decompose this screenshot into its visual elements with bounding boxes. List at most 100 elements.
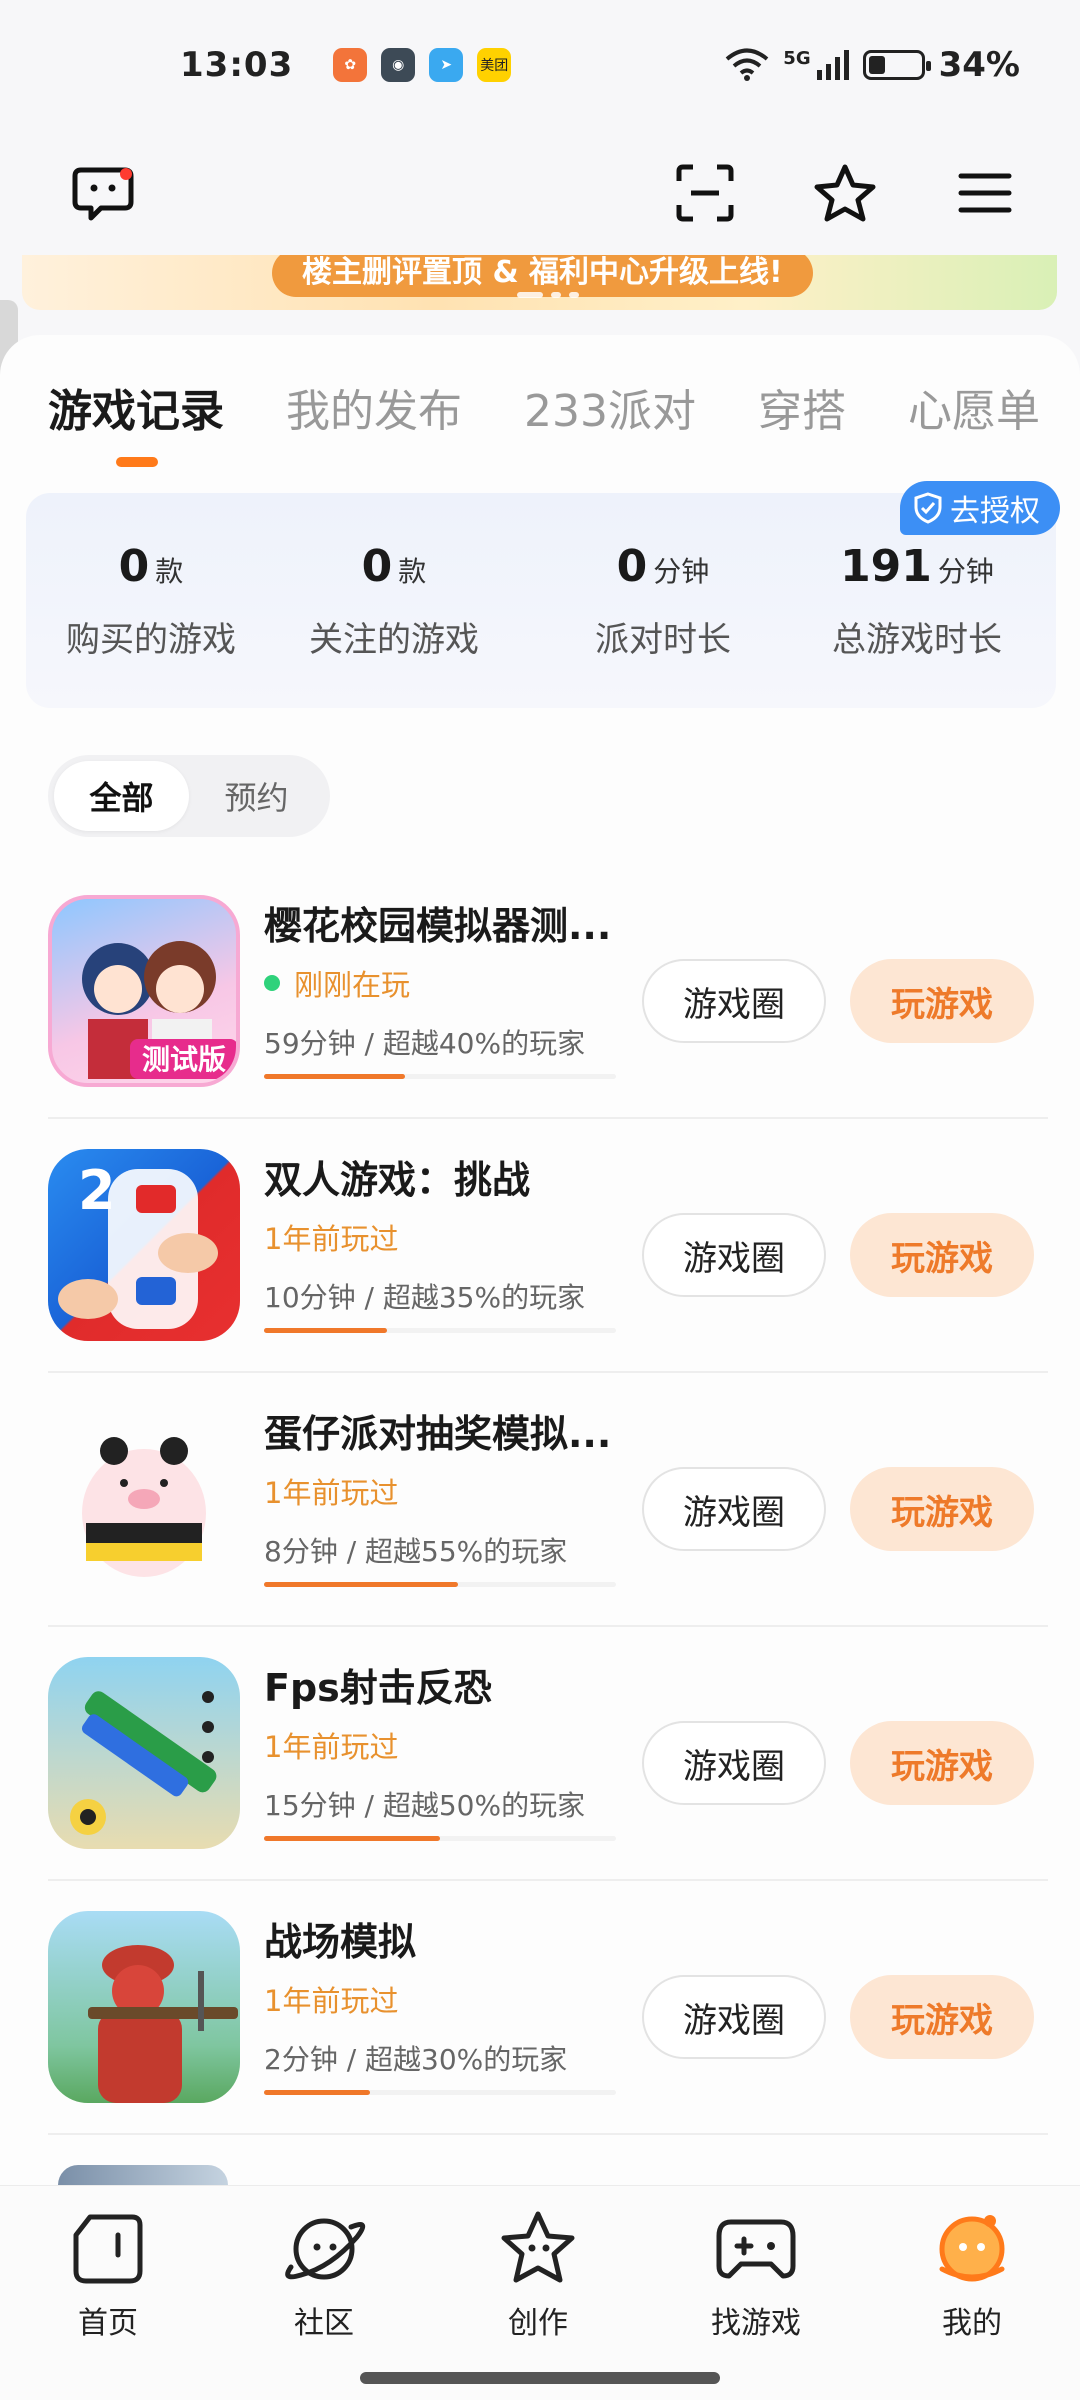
- icon-text: 2: [78, 1159, 116, 1222]
- nav-label: 创作: [508, 2306, 568, 2341]
- game-stats: 15分钟 / 超越50%的玩家: [264, 1789, 586, 1822]
- scan-button[interactable]: [670, 158, 740, 228]
- bottom-nav: 首页 社区 创作 找游戏 我的: [0, 2185, 1080, 2400]
- game-info: Fps射击反恐 1年前玩过 15分钟 / 超越50%的玩家: [264, 1657, 674, 1841]
- promo-banner[interactable]: 楼主删评置顶 & 福利中心升级上线!: [22, 255, 1057, 310]
- progress-fill: [264, 1074, 405, 1079]
- tab-233-party[interactable]: 233派对: [524, 375, 696, 439]
- star-icon: [814, 164, 876, 221]
- play-game-button[interactable]: 玩游戏: [850, 1467, 1034, 1551]
- game-row[interactable]: 2 双人游戏：挑战 1年前玩过 10分钟 / 超越35%的玩家 游戏圈 玩游戏: [48, 1119, 1048, 1373]
- nav-find-games[interactable]: 找游戏: [676, 2204, 836, 2342]
- stat-value: 0: [118, 541, 150, 592]
- unread-dot: [120, 167, 132, 180]
- stat-purchased[interactable]: 0款 购买的游戏: [26, 541, 276, 661]
- progress-fill: [264, 2090, 370, 2095]
- game-circle-button[interactable]: 游戏圈: [642, 1721, 826, 1805]
- menu-icon: [958, 173, 1012, 212]
- profile-content: 游戏记录 我的发布 233派对 穿搭 心愿单 去授权 0款 购买的游戏 0款 关…: [0, 335, 1080, 2185]
- game-circle-button[interactable]: 游戏圈: [642, 1975, 826, 2059]
- planet-icon: [285, 2218, 366, 2280]
- game-title: 樱花校园模拟器测...: [264, 904, 612, 948]
- banner-pager: [517, 292, 579, 298]
- game-info: 战场模拟 1年前玩过 2分钟 / 超越30%的玩家: [264, 1911, 674, 2095]
- status-right: 5G 34%: [725, 45, 1020, 85]
- nav-label: 找游戏: [711, 2306, 801, 2341]
- stat-total-time[interactable]: 191 分钟 总游戏时长: [792, 541, 1042, 661]
- nav-create[interactable]: 创作: [458, 2204, 618, 2342]
- game-title: 蛋仔派对抽奖模拟...: [264, 1412, 612, 1456]
- stat-followed[interactable]: 0款 关注的游戏: [269, 541, 519, 661]
- shield-check-icon: [914, 492, 942, 524]
- tab-outfits[interactable]: 穿搭: [758, 375, 846, 439]
- active-tab-indicator: [116, 457, 158, 467]
- status-text: 刚刚在玩: [294, 968, 411, 1002]
- menu-button[interactable]: [950, 158, 1020, 228]
- wifi-icon: [726, 48, 769, 81]
- game-row[interactable]: 战场模拟 1年前玩过 2分钟 / 超越30%的玩家 游戏圈 玩游戏: [48, 1881, 1048, 2135]
- battery-icon: [862, 50, 931, 80]
- profile-tabs: 游戏记录 我的发布 233派对 穿搭 心愿单: [48, 375, 1040, 439]
- play-game-button[interactable]: 玩游戏: [850, 959, 1034, 1043]
- play-game-button[interactable]: 玩游戏: [850, 1721, 1034, 1805]
- stat-label: 关注的游戏: [309, 620, 479, 660]
- icon-text: 测试版: [142, 1043, 226, 1076]
- game-status: 1年前玩过: [264, 1730, 399, 1764]
- status-time: 13:03: [180, 45, 294, 85]
- game-icon[interactable]: 2: [48, 1149, 240, 1341]
- message-button[interactable]: [68, 158, 138, 228]
- stat-label: 派对时长: [595, 620, 731, 660]
- game-art: 测试版: [82, 941, 236, 1079]
- status-bar: 13:03 ✿ ◉ ➤ 美团 5G 34%: [0, 0, 1080, 130]
- nav-community[interactable]: 社区: [244, 2204, 404, 2342]
- stat-party-time[interactable]: 0 分钟 派对时长: [538, 541, 788, 661]
- stat-unit: 款: [155, 555, 184, 588]
- game-row[interactable]: 测试版 樱花校园模拟器测... 刚刚在玩 59分钟 / 超越40%的玩家 游戏圈…: [48, 865, 1048, 1119]
- play-game-button[interactable]: 玩游戏: [850, 1213, 1034, 1297]
- game-info: 双人游戏：挑战 1年前玩过 10分钟 / 超越35%的玩家: [264, 1149, 674, 1333]
- status-app-icons: ✿ ◉ ➤ 美团: [333, 48, 512, 82]
- game-art: [82, 1437, 206, 1577]
- tab-wishlist[interactable]: 心愿单: [908, 375, 1040, 439]
- nav-home[interactable]: 首页: [28, 2204, 188, 2342]
- game-icon[interactable]: [48, 1403, 240, 1595]
- game-row[interactable]: 蛋仔派对抽奖模拟... 1年前玩过 8分钟 / 超越55%的玩家 游戏圈 玩游戏: [48, 1373, 1048, 1627]
- favorites-button[interactable]: [810, 158, 880, 228]
- filter-segment: 全部 预约: [48, 755, 330, 837]
- nav-me[interactable]: 我的: [892, 2204, 1052, 2342]
- progress-track: [264, 2090, 616, 2095]
- tab-game-records[interactable]: 游戏记录: [48, 375, 224, 439]
- game-icon[interactable]: 测试版: [48, 895, 240, 1087]
- game-status: 1年前玩过: [264, 1476, 399, 1510]
- game-row[interactable]: Fps射击反恐 1年前玩过 15分钟 / 超越50%的玩家 游戏圈 玩游戏: [48, 1627, 1048, 1881]
- game-circle-button[interactable]: 游戏圈: [642, 1467, 826, 1551]
- game-circle-button[interactable]: 游戏圈: [642, 959, 826, 1043]
- game-circle-button[interactable]: 游戏圈: [642, 1213, 826, 1297]
- stat-value: 0: [361, 541, 393, 592]
- stat-unit: 分钟: [937, 555, 994, 588]
- game-icon[interactable]: [48, 1657, 240, 1849]
- telegram-icon: ➤: [429, 48, 464, 82]
- app-notification-icon: ✿: [333, 48, 368, 82]
- game-icon[interactable]: [48, 1911, 240, 2103]
- progress-track: [264, 1836, 616, 1841]
- filter-reserved[interactable]: 预约: [189, 761, 324, 831]
- stat-value: 0: [616, 541, 648, 592]
- nav-label: 首页: [78, 2306, 138, 2341]
- meituan-icon: 美团: [477, 48, 512, 82]
- game-status: 1年前玩过: [264, 1222, 399, 1256]
- authorize-button[interactable]: 去授权: [900, 481, 1060, 535]
- tab-my-posts[interactable]: 我的发布: [286, 375, 462, 439]
- home-indicator[interactable]: [360, 2372, 720, 2384]
- progress-track: [264, 1582, 616, 1587]
- stat-value: 191: [840, 541, 932, 592]
- game-title: Fps射击反恐: [264, 1666, 492, 1710]
- nav-label: 我的: [942, 2306, 1002, 2341]
- play-game-button[interactable]: 玩游戏: [850, 1975, 1034, 2059]
- progress-track: [264, 1328, 616, 1333]
- game-status: 刚刚在玩: [264, 962, 674, 1004]
- stat-label: 购买的游戏: [66, 620, 236, 660]
- progress-fill: [264, 1328, 388, 1333]
- filter-all[interactable]: 全部: [54, 761, 189, 831]
- scan-icon: [676, 164, 734, 221]
